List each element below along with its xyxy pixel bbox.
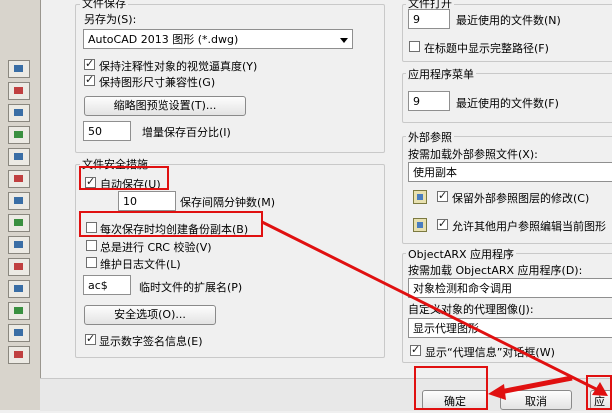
arrow-head [488,384,506,400]
annotation-arrows [261,220,608,400]
arrow-line [499,375,573,395]
arrow-line [261,220,599,392]
